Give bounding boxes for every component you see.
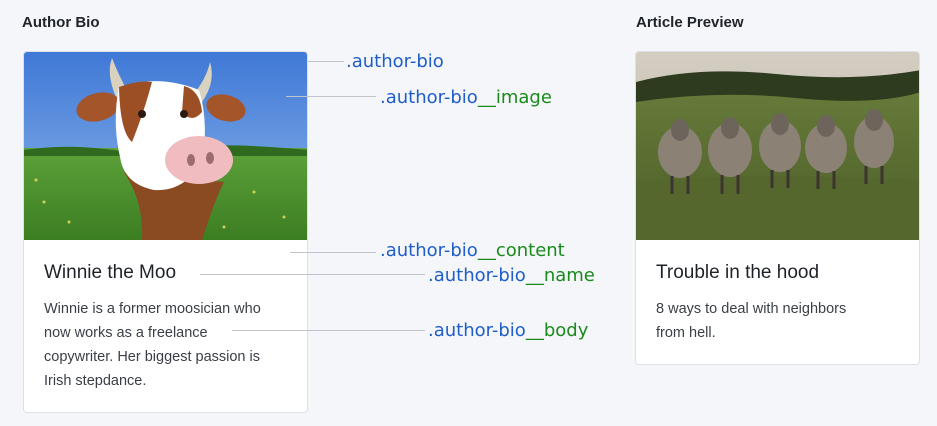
- annotation-element: __content: [477, 240, 565, 261]
- annotation-block: .author-bio: [428, 320, 526, 341]
- article-title: Trouble in the hood: [656, 262, 820, 283]
- leader-line-content: [290, 252, 376, 253]
- annotation-image: .author-bio__image: [380, 87, 552, 108]
- leader-line-image: [286, 96, 376, 97]
- annotation-block: .author-bio: [346, 51, 444, 72]
- annotation-element: __image: [477, 87, 552, 108]
- author-body: Winnie is a former moosician who now wor…: [44, 297, 261, 393]
- author-body-line: Irish stepdance.: [44, 373, 147, 389]
- annotation-name: .author-bio__name: [428, 265, 595, 286]
- author-body-line: copywriter. Her biggest passion is: [44, 349, 260, 365]
- sheep-illustration: [636, 52, 919, 240]
- author-bio-heading: Author Bio: [22, 14, 100, 31]
- leader-line-name: [200, 274, 425, 275]
- annotation-block: .author-bio: [428, 265, 526, 286]
- sheep-photo: [636, 52, 919, 240]
- annotation-content: .author-bio__content: [380, 240, 565, 261]
- annotation-body: .author-bio__body: [428, 320, 588, 341]
- cow-illustration: [24, 52, 307, 240]
- article-body-line: from hell.: [656, 325, 716, 341]
- author-body-line: now works as a freelance: [44, 325, 208, 341]
- annotation-element: __name: [525, 265, 595, 286]
- cow-photo: [24, 52, 307, 240]
- article-body-line: 8 ways to deal with neighbors: [656, 301, 847, 317]
- author-name: Winnie the Moo: [44, 262, 177, 283]
- author-bio-card: Winnie the Moo Winnie is a former moosic…: [23, 51, 308, 413]
- author-body-line: Winnie is a former moosician who: [44, 301, 261, 317]
- article-preview-card: Trouble in the hood 8 ways to deal with …: [635, 51, 920, 365]
- annotation-element: __body: [525, 320, 589, 341]
- article-preview-heading: Article Preview: [636, 14, 744, 31]
- annotation-block: .author-bio: [380, 240, 478, 261]
- annotation-block: .author-bio: [380, 87, 478, 108]
- leader-line-body: [232, 330, 425, 331]
- article-body: 8 ways to deal with neighbors from hell.: [656, 297, 846, 345]
- leader-line-author-bio: [308, 61, 344, 62]
- annotation-author-bio: .author-bio: [346, 51, 444, 72]
